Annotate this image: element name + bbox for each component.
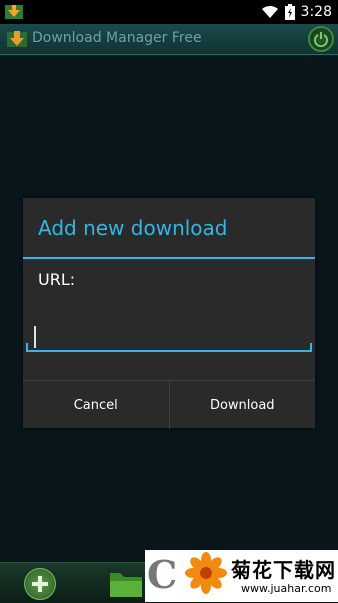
- status-bar: 3:28: [0, 0, 338, 24]
- cancel-button[interactable]: Cancel: [23, 381, 169, 429]
- download-app-icon: [5, 5, 23, 19]
- add-download-dialog: Add new download URL: Cancel Download: [23, 198, 315, 429]
- folder-icon[interactable]: [108, 567, 144, 599]
- url-input[interactable]: [26, 320, 312, 352]
- text-cursor: [34, 326, 36, 348]
- watermark-c-logo: C: [147, 552, 178, 597]
- power-button[interactable]: [308, 26, 334, 52]
- wifi-icon: [261, 5, 278, 18]
- flower-logo-icon: [185, 552, 227, 594]
- dialog-title-divider: [23, 257, 315, 259]
- watermark-title: 菊花下载网: [231, 558, 336, 582]
- dialog-title: Add new download: [38, 216, 228, 240]
- input-corner-left: [26, 343, 28, 350]
- app-logo-icon: [7, 31, 27, 47]
- download-button[interactable]: Download: [170, 381, 316, 429]
- app-title: Download Manager Free: [32, 30, 202, 46]
- status-time: 3:28: [300, 4, 332, 20]
- app-bar: Download Manager Free: [0, 24, 338, 55]
- dialog-button-row: Cancel Download: [23, 380, 315, 429]
- add-download-button[interactable]: [24, 568, 56, 600]
- power-icon: [314, 32, 328, 47]
- input-corner-right: [310, 343, 312, 350]
- watermark: C 菊花下载网 www.juahar.com: [145, 550, 338, 602]
- add-icon: [32, 576, 48, 592]
- battery-icon: [284, 4, 295, 20]
- watermark-url: www.juahar.com: [241, 582, 332, 595]
- url-label: URL:: [38, 270, 76, 289]
